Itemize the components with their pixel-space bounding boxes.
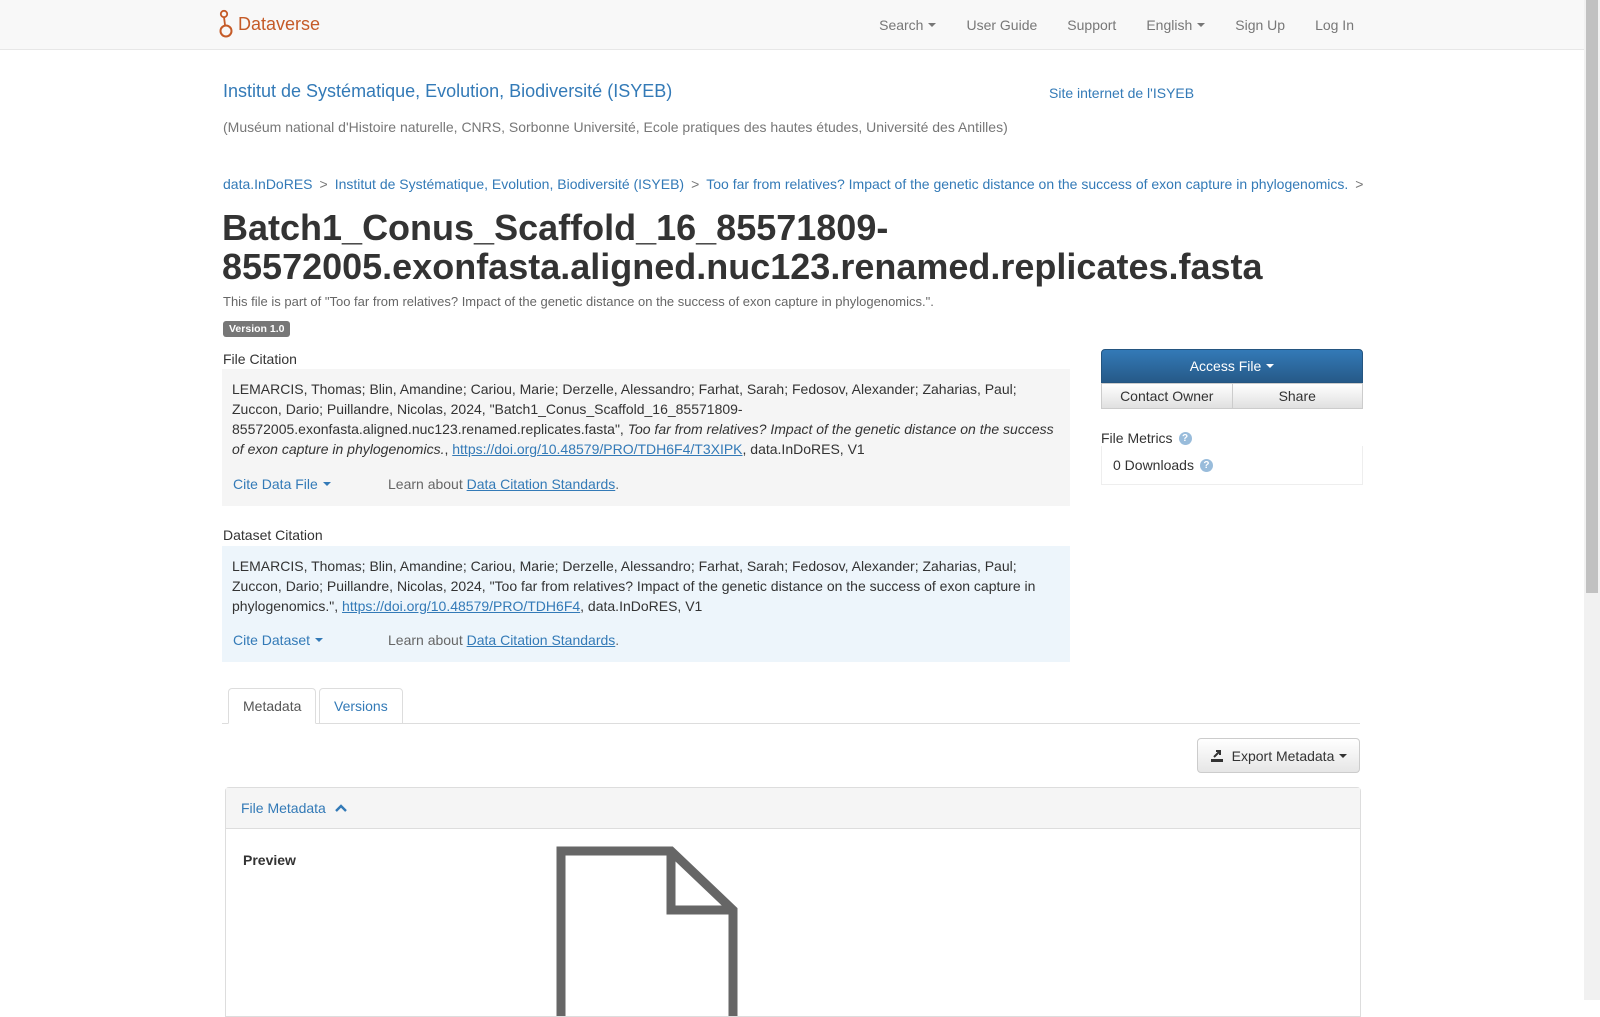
nav-support[interactable]: Support — [1067, 17, 1116, 33]
downloads-count: 0 Downloads — [1113, 457, 1194, 473]
caret-down-icon — [315, 638, 324, 642]
cite-dataset-label: Cite Dataset — [233, 632, 311, 648]
share-button[interactable]: Share — [1232, 383, 1363, 409]
dataset-citation-box: LEMARCIS, Thomas; Blin, Amandine; Cariou… — [222, 546, 1070, 662]
file-metadata-panel-heading[interactable]: File Metadata — [226, 788, 1360, 829]
caret-down-icon — [928, 23, 937, 27]
file-citation-text: LEMARCIS, Thomas; Blin, Amandine; Cariou… — [232, 379, 1060, 459]
data-citation-standards-link[interactable]: Data Citation Standards — [467, 632, 616, 648]
file-metadata-toggle[interactable]: File Metadata — [241, 800, 347, 816]
breadcrumb-item-root[interactable]: data.InDoRES — [223, 176, 313, 192]
export-metadata-label: Export Metadata — [1231, 747, 1335, 764]
file-part-of: This file is part of "Too far from relat… — [223, 294, 934, 309]
file-citation-publisher: , data.InDoRES, V1 — [742, 441, 865, 457]
dataverse-site-link[interactable]: Site internet de l'ISYEB — [1049, 85, 1194, 101]
breadcrumb-separator: > — [691, 176, 700, 192]
breadcrumb-separator: > — [1355, 176, 1364, 192]
dataverse-logo-icon — [219, 9, 233, 38]
question-circle-icon[interactable]: ? — [1178, 431, 1192, 445]
learn-prefix: Learn about — [388, 632, 467, 648]
nav-user-guide-label: User Guide — [966, 17, 1038, 33]
caret-down-icon — [1266, 364, 1275, 368]
navbar: Dataverse Search User Guide Support Engl… — [0, 0, 1584, 50]
dataset-citation-actions: Cite Dataset Learn about Data Citation S… — [233, 630, 619, 650]
nav-log-in[interactable]: Log In — [1315, 17, 1354, 33]
caret-down-icon — [322, 482, 331, 486]
preview-label: Preview — [243, 852, 296, 868]
dataset-doi-link[interactable]: https://doi.org/10.48579/PRO/TDH6F4 — [342, 598, 580, 614]
caret-down-icon — [1339, 753, 1348, 758]
nav-sign-up[interactable]: Sign Up — [1235, 17, 1285, 33]
nav-sign-up-label: Sign Up — [1235, 17, 1286, 33]
breadcrumb-item-dataset[interactable]: Too far from relatives? Impact of the ge… — [706, 176, 1348, 192]
nav-log-in-label: Log In — [1315, 17, 1354, 33]
access-file-button[interactable]: Access File — [1101, 349, 1363, 383]
learn-suffix: . — [615, 632, 620, 648]
cite-data-file-label: Cite Data File — [233, 476, 318, 492]
data-citation-standards-link[interactable]: Data Citation Standards — [467, 476, 616, 492]
file-metadata-panel: File Metadata Preview — [225, 787, 1361, 1017]
learn-about-citation: Learn about Data Citation Standards. — [388, 630, 619, 650]
tab-versions[interactable]: Versions — [319, 688, 403, 724]
nav-language-label: English — [1146, 17, 1193, 33]
question-circle-icon[interactable]: ? — [1199, 458, 1213, 472]
page-scrollbar[interactable] — [1584, 0, 1600, 1000]
version-badge: Version 1.0 — [223, 321, 291, 337]
breadcrumb: data.InDoRES > Institut de Systématique,… — [223, 176, 1370, 192]
tab-metadata[interactable]: Metadata — [228, 688, 317, 724]
access-file-label: Access File — [1189, 358, 1262, 374]
nav-search[interactable]: Search — [879, 17, 937, 33]
file-icon — [556, 846, 738, 1016]
file-metadata-title: File Metadata — [241, 800, 326, 816]
file-metrics-title: File Metrics — [1101, 430, 1173, 446]
page-title-line1: Batch1_Conus_Scaffold_16_85571809- — [222, 207, 889, 248]
page-title-line2: 85572005.exonfasta.aligned.nuc123.rename… — [222, 246, 1263, 287]
dataset-citation-label: Dataset Citation — [223, 527, 323, 543]
cite-dataset-dropdown[interactable]: Cite Dataset — [233, 630, 388, 650]
dataverse-name-link[interactable]: Institut de Systématique, Evolution, Bio… — [223, 81, 672, 102]
file-citation-actions: Cite Data File Learn about Data Citation… — [233, 474, 619, 494]
file-metrics-label: File Metrics ? — [1101, 430, 1192, 446]
page-title: Batch1_Conus_Scaffold_16_85571809- 85572… — [222, 208, 1362, 286]
export-metadata-button[interactable]: Export Metadata — [1197, 738, 1360, 773]
file-action-buttons: Contact Owner Share — [1101, 383, 1363, 409]
scrollbar-thumb[interactable] — [1586, 0, 1598, 593]
learn-suffix: . — [615, 476, 620, 492]
dataset-citation-text: LEMARCIS, Thomas; Blin, Amandine; Cariou… — [232, 556, 1060, 616]
learn-prefix: Learn about — [388, 476, 467, 492]
nav-language[interactable]: English — [1146, 17, 1206, 33]
file-metrics-box: 0 Downloads ? — [1101, 446, 1363, 485]
cite-data-file-dropdown[interactable]: Cite Data File — [233, 474, 388, 494]
nav-menu: Search User Guide Support English Sign U… — [849, 0, 1354, 50]
brand-name: Dataverse — [238, 13, 321, 34]
nav-search-label: Search — [879, 17, 924, 33]
caret-down-icon — [1197, 23, 1206, 27]
file-citation-label: File Citation — [223, 351, 297, 367]
learn-about-citation: Learn about Data Citation Standards. — [388, 474, 619, 494]
breadcrumb-item-dataverse[interactable]: Institut de Systématique, Evolution, Bio… — [335, 176, 684, 192]
export-icon — [1210, 749, 1223, 762]
breadcrumb-separator: > — [319, 176, 328, 192]
file-doi-link[interactable]: https://doi.org/10.48579/PRO/TDH6F4/T3XI… — [452, 441, 742, 457]
dataverse-affiliation: (Muséum national d'Histoire naturelle, C… — [223, 119, 1008, 135]
dataset-citation-publisher: , data.InDoRES, V1 — [580, 598, 703, 614]
brand-link[interactable]: Dataverse — [218, 9, 320, 39]
nav-support-label: Support — [1067, 17, 1117, 33]
chevron-up-icon — [334, 804, 347, 812]
contact-owner-button[interactable]: Contact Owner — [1101, 383, 1233, 409]
nav-user-guide[interactable]: User Guide — [966, 17, 1037, 33]
file-citation-box: LEMARCIS, Thomas; Blin, Amandine; Cariou… — [222, 369, 1070, 506]
